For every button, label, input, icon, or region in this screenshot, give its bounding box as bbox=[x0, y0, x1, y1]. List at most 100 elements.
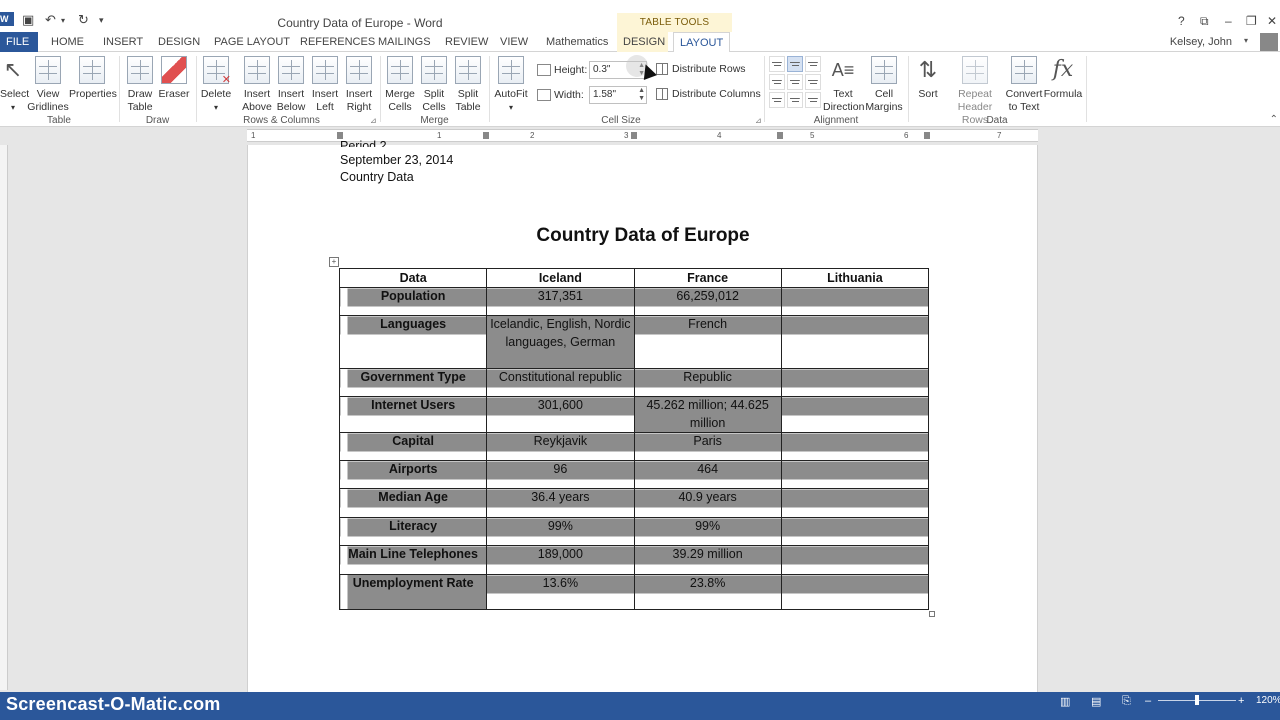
tab-page-layout[interactable]: PAGE LAYOUT bbox=[208, 32, 296, 52]
france-cell[interactable]: 40.9 years bbox=[633, 488, 782, 518]
row-label-cell[interactable]: Government Type bbox=[338, 368, 488, 397]
lithuania-cell[interactable] bbox=[780, 432, 930, 461]
france-cell[interactable]: 23.8% bbox=[633, 574, 782, 610]
iceland-cell[interactable]: 317,351 bbox=[486, 287, 635, 316]
header-cell-iceland[interactable]: Iceland bbox=[486, 268, 635, 288]
lithuania-cell[interactable] bbox=[780, 460, 930, 489]
vertical-ruler[interactable] bbox=[0, 145, 8, 690]
align-bottom-left-button[interactable] bbox=[769, 92, 785, 108]
insert-right-button[interactable]: Insert Right bbox=[342, 56, 376, 114]
lithuania-cell[interactable] bbox=[780, 574, 930, 610]
france-cell[interactable]: 464 bbox=[633, 460, 782, 489]
select-button[interactable]: ↖ Select ▾ bbox=[0, 56, 29, 114]
text-direction-button[interactable]: A≡ Text Direction bbox=[823, 56, 864, 114]
tab-insert[interactable]: INSERT bbox=[97, 32, 149, 52]
row-label-cell[interactable]: Languages bbox=[338, 315, 488, 369]
eraser-button[interactable]: Eraser bbox=[158, 56, 190, 101]
properties-button[interactable]: Properties bbox=[69, 56, 117, 101]
align-top-right-button[interactable] bbox=[805, 56, 821, 72]
country-data-table[interactable]: Data Iceland France Lithuania Population… bbox=[338, 268, 930, 610]
lithuania-cell[interactable] bbox=[780, 396, 930, 433]
row-label-cell[interactable]: Internet Users bbox=[338, 396, 488, 433]
view-gridlines-button[interactable]: View Gridlines bbox=[27, 56, 69, 114]
header-cell-france[interactable]: France bbox=[633, 268, 782, 288]
user-dropdown-icon[interactable]: ▾ bbox=[1244, 36, 1248, 45]
rows-columns-launcher-icon[interactable]: ⊿ bbox=[370, 116, 377, 125]
merge-cells-button[interactable]: Merge Cells bbox=[383, 56, 417, 114]
tab-file[interactable]: FILE bbox=[0, 32, 38, 52]
zoom-in-icon[interactable]: + bbox=[1238, 695, 1244, 707]
row-label-cell[interactable]: Population bbox=[338, 287, 488, 316]
iceland-cell[interactable]: 13.6% bbox=[486, 574, 635, 610]
ruler-marker[interactable] bbox=[483, 132, 489, 139]
minimize-icon[interactable]: – bbox=[1225, 14, 1232, 28]
row-label-cell[interactable]: Median Age bbox=[338, 488, 488, 518]
tab-review[interactable]: REVIEW bbox=[439, 32, 494, 52]
insert-left-button[interactable]: Insert Left bbox=[308, 56, 342, 114]
iceland-cell[interactable]: 301,600 bbox=[486, 396, 635, 433]
align-top-left-button[interactable] bbox=[769, 56, 785, 72]
tab-design[interactable]: DESIGN bbox=[152, 32, 206, 52]
france-cell[interactable]: 39.29 million bbox=[633, 545, 782, 575]
iceland-cell[interactable]: 99% bbox=[486, 517, 635, 546]
distribute-rows-button[interactable]: Distribute Rows bbox=[656, 63, 746, 75]
restore-icon[interactable]: ❐ bbox=[1246, 14, 1257, 28]
iceland-cell[interactable]: 36.4 years bbox=[486, 488, 635, 518]
france-cell[interactable]: French bbox=[633, 315, 782, 369]
cell-size-launcher-icon[interactable]: ⊿ bbox=[755, 116, 762, 125]
width-spinner-icon[interactable]: ▲ ▼ bbox=[638, 87, 645, 103]
lithuania-cell[interactable] bbox=[780, 315, 930, 369]
iceland-cell[interactable]: Constitutional republic bbox=[486, 368, 635, 397]
insert-above-button[interactable]: Insert Above bbox=[240, 56, 274, 114]
header-cell-data[interactable]: Data bbox=[338, 268, 488, 288]
sort-button[interactable]: ⇅ Sort bbox=[911, 56, 945, 101]
table-resize-handle[interactable] bbox=[929, 611, 935, 617]
align-top-center-button[interactable] bbox=[787, 56, 803, 72]
web-layout-icon[interactable]: ⎘ bbox=[1122, 695, 1131, 708]
ruler-marker[interactable] bbox=[631, 132, 637, 139]
zoom-level[interactable]: 120% bbox=[1256, 695, 1280, 706]
france-cell[interactable]: 66,259,012 bbox=[633, 287, 782, 316]
tab-mailings[interactable]: MAILINGS bbox=[372, 32, 437, 52]
convert-to-text-button[interactable]: Convert to Text bbox=[1005, 56, 1043, 114]
ruler-marker[interactable] bbox=[924, 132, 930, 139]
tab-mathematics[interactable]: Mathematics bbox=[540, 32, 614, 52]
lithuania-cell[interactable] bbox=[780, 545, 930, 575]
row-label-cell[interactable]: Airports bbox=[338, 460, 488, 489]
formula-button[interactable]: fx Formula bbox=[1043, 56, 1083, 101]
zoom-slider-thumb[interactable] bbox=[1195, 695, 1199, 705]
width-input[interactable]: 1.58" ▲ ▼ bbox=[589, 86, 647, 104]
split-cells-button[interactable]: Split Cells bbox=[417, 56, 451, 114]
ribbon-display-icon[interactable]: ⧉ bbox=[1200, 14, 1209, 29]
user-name[interactable]: Kelsey, John bbox=[1170, 32, 1232, 52]
row-label-cell[interactable]: Literacy bbox=[338, 517, 488, 546]
align-center-right-button[interactable] bbox=[805, 74, 821, 90]
tab-table-design[interactable]: DESIGN bbox=[617, 32, 668, 52]
draw-table-button[interactable]: Draw Table bbox=[122, 56, 158, 114]
ruler-marker[interactable] bbox=[777, 132, 783, 139]
iceland-cell[interactable]: Reykjavik bbox=[486, 432, 635, 461]
read-mode-icon[interactable]: ▥ bbox=[1060, 695, 1070, 708]
header-cell-lithuania[interactable]: Lithuania bbox=[780, 268, 930, 288]
delete-button[interactable]: Delete ▾ bbox=[199, 56, 233, 114]
help-icon[interactable]: ? bbox=[1178, 14, 1185, 28]
tab-view[interactable]: VIEW bbox=[494, 32, 534, 52]
iceland-cell[interactable]: 189,000 bbox=[486, 545, 635, 575]
tab-home[interactable]: HOME bbox=[45, 32, 90, 52]
lithuania-cell[interactable] bbox=[780, 517, 930, 546]
lithuania-cell[interactable] bbox=[780, 287, 930, 316]
cell-margins-button[interactable]: Cell Margins bbox=[864, 56, 904, 114]
collapse-ribbon-icon[interactable]: ⌃ bbox=[1270, 114, 1278, 125]
row-label-cell[interactable]: Main Line Telephones bbox=[338, 545, 488, 575]
row-label-cell[interactable]: Unemployment Rate bbox=[338, 574, 488, 610]
document-page[interactable]: Period 2 September 23, 2014 Country Data… bbox=[247, 139, 1038, 705]
france-cell[interactable]: 45.262 million; 44.625 million bbox=[633, 396, 782, 433]
iceland-cell[interactable]: Icelandic, English, Nordic languages, Ge… bbox=[486, 315, 635, 369]
france-cell[interactable]: Republic bbox=[633, 368, 782, 397]
france-cell[interactable]: Paris bbox=[633, 432, 782, 461]
align-center-left-button[interactable] bbox=[769, 74, 785, 90]
distribute-columns-button[interactable]: Distribute Columns bbox=[656, 88, 761, 100]
ruler-marker[interactable] bbox=[337, 132, 343, 139]
align-bottom-center-button[interactable] bbox=[787, 92, 803, 108]
print-layout-icon[interactable]: ▤ bbox=[1091, 695, 1101, 708]
